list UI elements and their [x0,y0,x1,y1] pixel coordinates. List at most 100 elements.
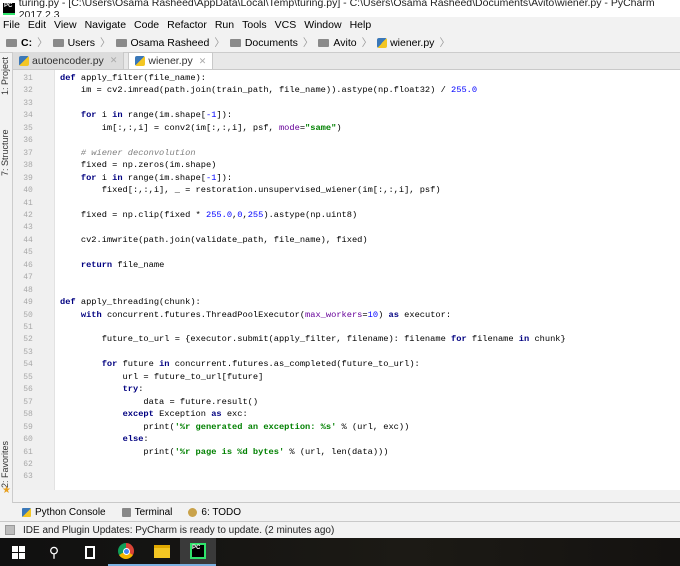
python-console-button[interactable]: Python Console [22,507,106,518]
breadcrumb-label: Documents [244,36,298,49]
line-number: 40 [23,186,33,196]
code-token: Exception [159,409,212,420]
code-token: % (url, len(data))) [284,446,389,457]
line-number: 31 [23,74,33,83]
menu-window[interactable]: Window [304,19,341,31]
code-token: ) [336,122,342,133]
python-file-icon [19,55,29,66]
line-number: 43 [23,223,33,233]
chevron-right-icon: 〉 [361,37,373,49]
favorites-tool-button[interactable]: 2: Favorites [0,438,13,490]
code-line: data = future.result() [60,397,258,407]
menu-run[interactable]: Run [215,19,234,31]
status-bar: IDE and Plugin Updates: PyCharm is ready… [0,522,680,538]
line-number: 61 [23,447,33,457]
line-number: 57 [23,397,33,407]
todo-button[interactable]: 6: TODO [188,507,241,518]
code-token: ]): [216,172,233,183]
code-line: print('%r page is %d bytes' % (url, len(… [60,447,388,457]
line-number: 42 [23,210,33,220]
terminal-button[interactable]: Terminal [121,506,173,518]
task-view-icon [85,545,95,559]
line-number: 51 [23,323,33,332]
code-token: ).astype(np.uint8) [263,209,358,220]
code-token: : [143,434,149,445]
chrome-icon [118,543,134,559]
pycharm-taskbar-button[interactable]: PC [180,538,216,566]
line-number: 33 [23,98,33,108]
tab-autoencoder-py[interactable]: autoencoder.py ✕ [13,52,125,69]
code-token: future_to_url = {executor.submit(apply_f… [60,334,452,345]
code-token: url = future_to_url[future] [60,371,264,382]
todo-icon [188,507,198,517]
breadcrumb-item[interactable]: Users [52,37,95,49]
code-token: im[:,:,i] = conv2(im[:,:,i], psf, [60,122,279,133]
code-token: with [80,309,107,320]
code-token: concurrent.futures.as_completed(future_t… [174,359,420,370]
menu-help[interactable]: Help [350,19,372,31]
pycharm-logo-icon: PC [3,2,15,15]
tab-label: wiener.py [148,55,193,67]
terminal-label: Terminal [134,506,173,518]
menu-tools[interactable]: Tools [242,19,267,31]
code-token: # wiener deconvolution [80,147,196,158]
breadcrumb-item[interactable]: Osama Rasheed [115,37,209,49]
fold-column [43,70,55,490]
code-token: return [80,259,118,270]
breadcrumb-item[interactable]: Avito [318,37,357,49]
editor-tabs: autoencoder.py ✕ wiener.py ✕ [13,52,680,70]
code-token: im = cv2.imread(path.join(train_path, fi… [60,85,452,96]
chrome-button[interactable] [108,538,144,566]
code-token: in [518,334,535,345]
code-token: range(im.shape[ [127,172,206,183]
code-token: for [101,359,123,370]
code-token: -1 [206,110,217,121]
chevron-right-icon: 〉 [439,37,450,49]
search-icon: ⚲ [48,543,60,560]
search-button[interactable]: ⚲ [36,538,72,566]
code-token: 255.0 [205,209,233,220]
menu-refactor[interactable]: Refactor [167,19,207,31]
line-number: 35 [23,123,33,133]
menu-view[interactable]: View [54,19,77,31]
todo-label: 6: TODO [201,506,242,518]
code-token: : [138,384,144,395]
line-number: 49 [23,298,33,308]
start-button[interactable] [0,538,36,566]
close-icon[interactable]: ✕ [199,56,207,67]
menu-code[interactable]: Code [134,19,159,31]
code-token: i [101,110,113,121]
code-line: fixed[:,:,i], _ = restoration.unsupervis… [60,185,441,195]
code-line: # wiener deconvolution [60,148,196,158]
code-line: fixed = np.clip(fixed * 255.0,0,255).ast… [60,210,357,220]
line-number: 56 [23,385,33,395]
status-toggle-icon[interactable] [5,525,15,535]
code-line: future_to_url = {executor.submit(apply_f… [60,334,566,344]
line-number: 39 [23,173,33,183]
line-number: 58 [23,410,33,420]
code-line: def apply_threading(chunk): [60,297,201,307]
breadcrumb-item[interactable]: wiener.py [377,37,434,49]
code-token: def [60,73,81,83]
tool-window-bar: Python Console Terminal 6: TODO [0,503,680,522]
breadcrumb-item[interactable]: C: [6,37,32,49]
project-tool-button[interactable]: 1: Project [0,55,13,97]
menu-file[interactable]: File [3,19,20,31]
status-message[interactable]: IDE and Plugin Updates: PyCharm is ready… [23,525,334,536]
code-token: fixed = np.clip(fixed * [60,209,206,220]
menu-vcs[interactable]: VCS [275,19,297,31]
menu-navigate[interactable]: Navigate [85,19,126,31]
line-number: 37 [23,148,33,158]
file-explorer-button[interactable] [144,538,180,566]
structure-tool-button[interactable]: 7: Structure [0,123,13,183]
line-number: 50 [23,310,33,320]
close-icon[interactable]: ✕ [110,55,118,66]
breadcrumb-item[interactable]: Documents [229,36,298,49]
code-token: range(im.shape[ [127,110,206,121]
tab-wiener-py[interactable]: wiener.py ✕ [128,52,214,69]
code-token: try [122,384,139,395]
task-view-button[interactable] [72,538,108,566]
menu-edit[interactable]: Edit [28,19,46,31]
